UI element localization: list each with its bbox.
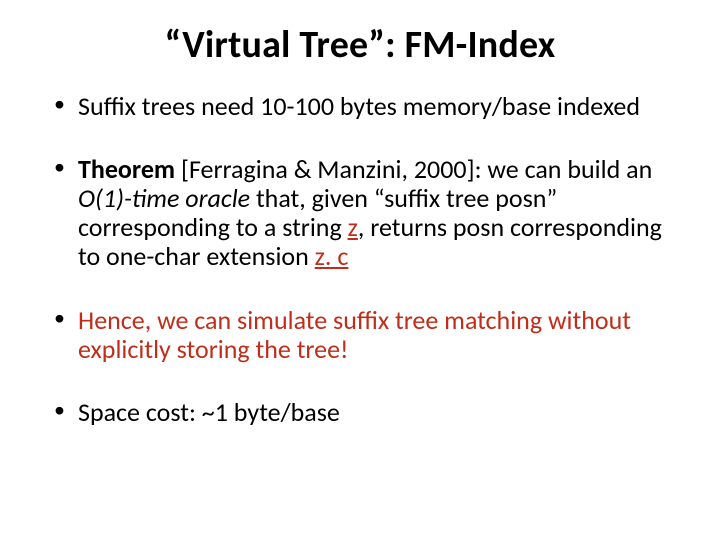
slide: “Virtual Tree”: FM-Index Suffix trees ne… [0,0,720,540]
theorem-label: Theorem [78,153,175,185]
oracle-phrase: O(1)-time oracle [78,182,250,214]
bullet-3: Hence, we can simulate suffix tree match… [50,306,670,364]
theorem-citation: [Ferragina & Manzini, 2000]: we can buil… [175,153,652,185]
bullet-3-text: Hence, we can simulate suffix tree match… [78,304,631,365]
bullet-4: Space cost: ~1 byte/base [50,398,670,427]
bullet-1-text: Suffix trees need 10-100 bytes memory/ba… [78,90,640,122]
var-zc: z. c [315,240,349,272]
bullet-2: Theorem [Ferragina & Manzini, 2000]: we … [50,155,670,271]
bullet-1: Suffix trees need 10-100 bytes memory/ba… [50,92,670,121]
var-z: z [348,211,358,243]
bullet-list: Suffix trees need 10-100 bytes memory/ba… [50,92,670,427]
slide-title: “Virtual Tree”: FM-Index [50,22,670,68]
bullet-4-text: Space cost: ~1 byte/base [78,396,340,428]
